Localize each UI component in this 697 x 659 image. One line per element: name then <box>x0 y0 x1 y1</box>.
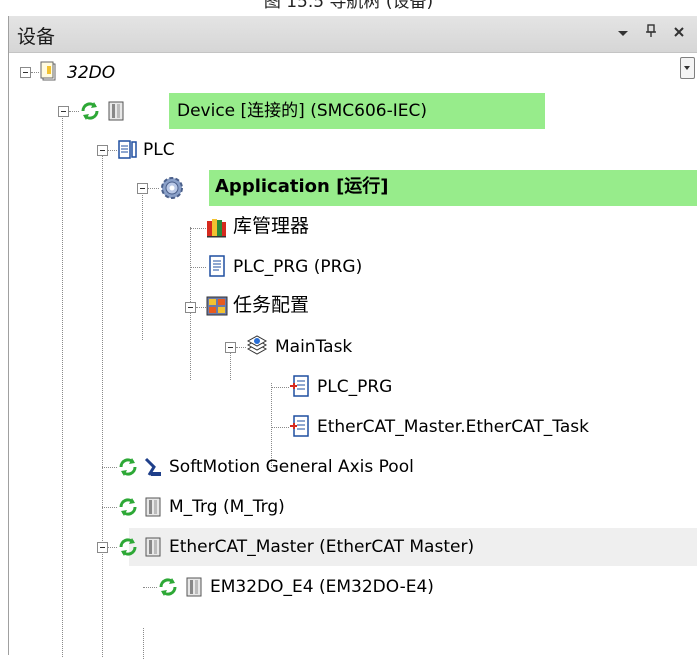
tree-item-task-plc-prg[interactable]: PLC_PRG <box>9 367 697 407</box>
refresh-icon <box>119 538 137 556</box>
tree-label-device: Device [连接的] (SMC606-IEC) <box>177 101 428 121</box>
library-icon <box>207 219 226 238</box>
tree-item-device[interactable]: Device [连接的] (SMC606-IEC) <box>9 91 697 131</box>
tree-item-plc-prg[interactable]: PLC_PRG (PRG) <box>9 247 697 287</box>
collapse-toggle[interactable] <box>137 183 148 194</box>
tree-item-project[interactable]: 32DO <box>9 53 697 93</box>
refresh-icon <box>159 578 177 596</box>
tree-label-ethercat-master: EtherCAT_Master (EtherCAT Master) <box>169 537 475 557</box>
tree-item-task-config[interactable]: 任务配置 <box>9 287 697 327</box>
panel-title: 设备 <box>17 26 56 48</box>
device-icon <box>186 577 202 597</box>
refresh-icon <box>119 458 137 476</box>
tree-label-axis-pool: SoftMotion General Axis Pool <box>169 457 414 477</box>
project-icon <box>40 61 56 81</box>
figure-caption: 图 15.5 导航树 (设备) <box>263 0 434 10</box>
tree-item-ethercat-master[interactable]: EtherCAT_Master (EtherCAT Master) <box>9 527 697 567</box>
tree-item-axis-pool[interactable]: SoftMotion General Axis Pool <box>9 447 697 487</box>
devices-panel: 设备 32DO Device [连接的] (SMC606-IEC) PLC Ap… <box>8 16 697 659</box>
refresh-icon <box>81 102 99 120</box>
tree-label-plc-prg: PLC_PRG (PRG) <box>233 257 363 277</box>
collapse-toggle[interactable] <box>58 106 69 117</box>
tree-label-main-task: MainTask <box>275 337 353 357</box>
pin-icon[interactable] <box>641 23 661 43</box>
refresh-icon <box>119 498 137 516</box>
tree-item-m-trg[interactable]: M_Trg (M_Trg) <box>9 487 697 527</box>
tree-label-task-ethercat: EtherCAT_Master.EtherCAT_Task <box>317 417 589 437</box>
tree-item-library-manager[interactable]: 库管理器 <box>9 208 697 248</box>
task-icon <box>246 335 268 355</box>
collapse-toggle[interactable] <box>225 342 236 353</box>
tree-label-application: Application [运行] <box>215 176 389 197</box>
axis-icon <box>144 457 161 476</box>
panel-titlebar: 设备 <box>9 16 697 53</box>
tree-label-plc: PLC <box>143 140 175 160</box>
gear-icon <box>161 177 183 199</box>
plc-icon <box>118 140 137 159</box>
collapse-toggle[interactable] <box>20 67 31 78</box>
tree-label-library-manager: 库管理器 <box>233 215 310 237</box>
program-call-icon <box>290 375 309 397</box>
device-tree: 32DO Device [连接的] (SMC606-IEC) PLC Appli… <box>9 53 697 659</box>
tree-item-em32do[interactable]: EM32DO_E4 (EM32DO-E4) <box>9 567 697 607</box>
tree-label-em32do: EM32DO_E4 (EM32DO-E4) <box>210 577 434 597</box>
tree-label-project: 32DO <box>67 63 116 83</box>
tree-item-application[interactable]: Application [运行] <box>9 168 697 208</box>
collapse-toggle[interactable] <box>97 145 108 156</box>
tree-item-main-task[interactable]: MainTask <box>9 327 697 367</box>
close-icon[interactable] <box>669 23 689 43</box>
program-icon <box>209 255 225 277</box>
tree-label-task-plc-prg: PLC_PRG <box>317 377 393 397</box>
chevron-down-icon[interactable] <box>613 23 633 43</box>
tree-item-task-ethercat[interactable]: EtherCAT_Master.EtherCAT_Task <box>9 407 697 447</box>
tree-line <box>143 628 144 659</box>
tree-label-task-config: 任务配置 <box>233 294 310 316</box>
device-icon <box>145 497 161 517</box>
collapse-toggle[interactable] <box>185 302 196 313</box>
tree-label-m-trg: M_Trg (M_Trg) <box>169 497 285 517</box>
device-icon <box>108 101 124 121</box>
device-icon <box>145 537 161 557</box>
task-config-icon <box>206 296 228 316</box>
tree-item-plc[interactable]: PLC <box>9 130 697 170</box>
program-call-icon <box>290 415 309 437</box>
collapse-toggle[interactable] <box>97 542 108 553</box>
